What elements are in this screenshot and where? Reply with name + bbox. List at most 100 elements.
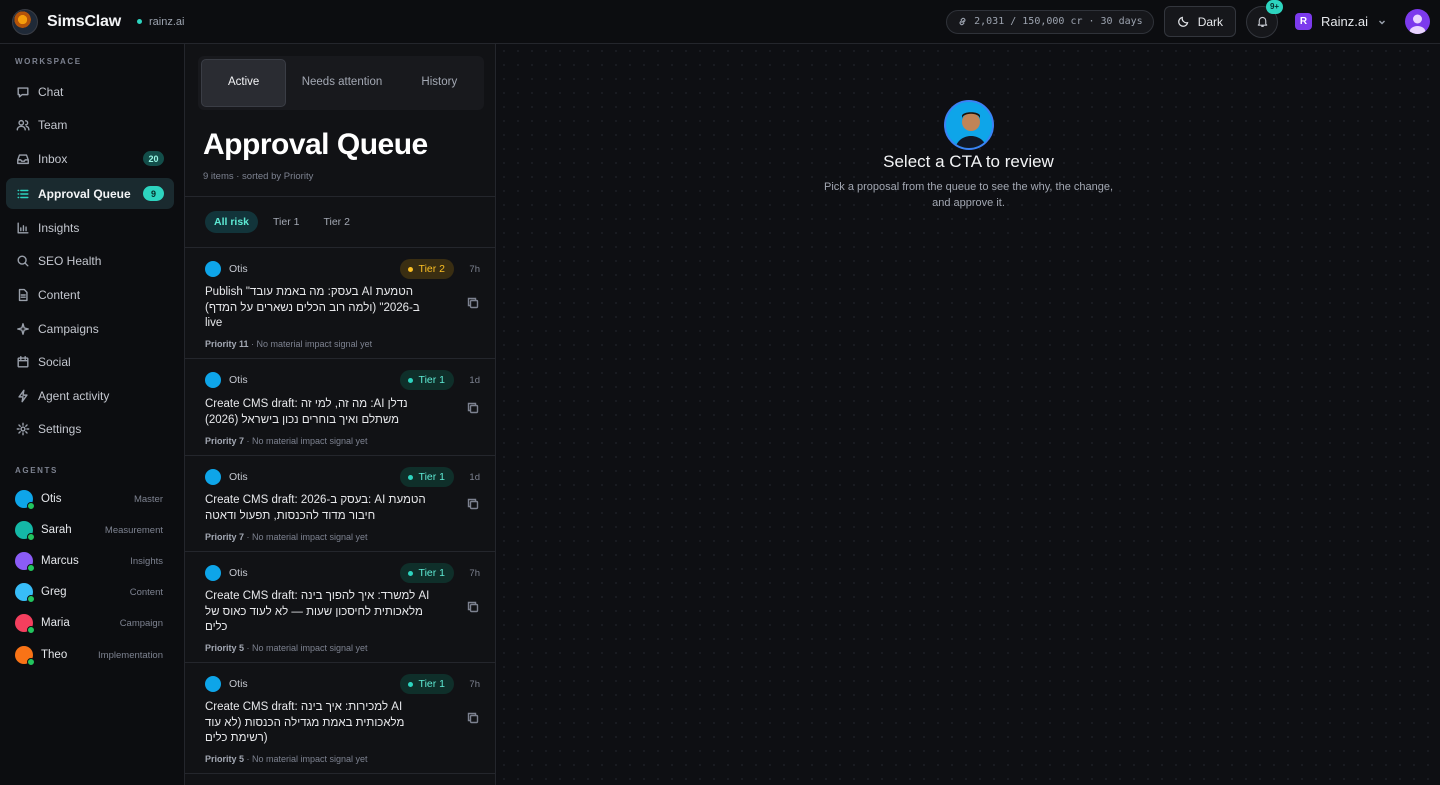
impact-label: · No material impact signal yet (244, 532, 368, 542)
queue-item[interactable]: Otis Tier 2 7h Publish "בעסק: מה באמת עו… (185, 248, 495, 359)
sidebar-item-agent-activity[interactable]: Agent activity (6, 380, 174, 411)
search-icon (17, 254, 29, 267)
filter-tier-2[interactable]: Tier 2 (314, 211, 358, 233)
agent-row-otis[interactable]: Otis Master (15, 488, 163, 510)
notifications-button[interactable]: 9+ (1246, 0, 1284, 38)
tier-dot (407, 570, 413, 576)
priority-label: Priority 5 (205, 643, 245, 653)
queue-item-title-line: Publish "בעסק: מה באמת עובד AI הטמעת (205, 286, 414, 298)
sidebar-item-team[interactable]: Team (6, 109, 174, 140)
bolt-icon (18, 389, 28, 402)
agent-row-sarah[interactable]: Sarah Measurement (15, 519, 163, 541)
impact-label: · No material impact signal yet (244, 436, 368, 446)
filter-all-risk[interactable]: All risk (205, 211, 259, 233)
agent-row-maria[interactable]: Maria Campaign (15, 612, 163, 634)
list-icon (17, 189, 29, 198)
sidebar-item-label: SEO Health (38, 253, 102, 268)
queue-item-title: Create CMS draft: מה זה, למי זה :AI נדלן… (205, 397, 450, 428)
queue-item-title: Create CMS draft: למשרד: איך להפוך בינה … (205, 589, 450, 636)
agent-row-theo[interactable]: Theo Implementation (15, 644, 163, 666)
credits-pill[interactable]: 2,031 / 150,000 cr · 30 days (946, 9, 1154, 34)
org-name: Rainz.ai (1321, 14, 1368, 29)
queue-item-title-line: מלאכותית לחיסכון שעות — לא לעוד כאוס של (205, 605, 423, 618)
sidebar-item-label: Content (38, 287, 81, 302)
agent-role: Implementation (98, 649, 163, 661)
filter-tier-1[interactable]: Tier 1 (264, 211, 308, 233)
app-brand[interactable]: SimsClaw (47, 13, 121, 31)
agent-row-greg[interactable]: Greg Content (15, 581, 163, 603)
priority-label: Priority 7 (205, 436, 245, 446)
queue-item[interactable]: Otis Tier 1 1d Create CMS draft: מה זה, … (185, 359, 495, 456)
queue-item-header: Otis Tier 1 1d (205, 467, 480, 487)
queue-item[interactable]: Otis Tier 1 7h Create CMS draft: למכירות… (185, 663, 495, 774)
copy-icon[interactable] (467, 498, 479, 510)
sidebar-item-campaigns[interactable]: Campaigns (6, 313, 174, 344)
sidebar-item-label: Campaigns (38, 321, 99, 336)
agent-avatar (15, 614, 35, 634)
copy-icon[interactable] (467, 601, 479, 613)
impact-label: · No material impact signal yet (248, 339, 373, 349)
queue-item-meta: Priority 7 · No material impact signal y… (205, 532, 368, 542)
link-icon (959, 17, 966, 26)
workspace-name: rainz.ai (149, 15, 185, 28)
agent-name: Greg (41, 586, 67, 598)
queue-item-agent: Otis (229, 678, 248, 690)
queue-item-age: 1d (469, 374, 480, 386)
theme-toggle-button[interactable]: Dark (1163, 6, 1237, 37)
sidebar-item-social[interactable]: Social (6, 346, 174, 377)
sidebar-item-content[interactable]: Content (6, 279, 174, 310)
sidebar-item-settings[interactable]: Settings (6, 413, 174, 444)
queue-item-title-line: כלים (205, 621, 228, 633)
tier-dot (407, 681, 413, 687)
agent-avatar (15, 521, 35, 541)
org-switcher[interactable]: R Rainz.ai (1295, 13, 1387, 30)
team-icon (16, 119, 30, 131)
queue-item-header: Otis Tier 1 7h (205, 563, 480, 583)
copy-icon[interactable] (467, 712, 479, 724)
tier-label: Tier 1 (418, 374, 445, 386)
agent-avatar (205, 565, 221, 581)
empty-state-subtitle: Pick a proposal from the queue to see th… (823, 181, 1114, 209)
user-avatar[interactable] (1405, 9, 1430, 34)
app-logo-icon[interactable] (12, 8, 38, 35)
tab-needs-attention[interactable]: Needs attention (286, 59, 397, 107)
queue-item-title: Create CMS draft: למכירות: איך בינה AI מ… (205, 700, 450, 747)
agent-row-marcus[interactable]: Marcus Insights (15, 550, 163, 572)
agent-avatar (15, 490, 35, 510)
queue-item-header: Otis Tier 1 1d (205, 370, 480, 390)
tier-label: Tier 1 (418, 471, 445, 483)
agent-avatar (205, 372, 221, 388)
queue-tabs: Active Needs attention History (198, 56, 484, 110)
sidebar-item-label: Insights (38, 220, 80, 235)
queue-item[interactable]: Otis Tier 1 7h Create CMS draft: למשרד: … (185, 552, 495, 663)
person-icon (945, 102, 992, 148)
sidebar-item-chat[interactable]: Chat (6, 76, 174, 107)
queue-item-agent: Otis (229, 263, 248, 275)
tier-badge: Tier 1 (399, 370, 454, 390)
sidebar-item-insights[interactable]: Insights (6, 212, 174, 243)
priority-label: Priority 11 (205, 339, 249, 349)
queue-summary: 9 items · sorted by Priority (203, 171, 314, 182)
tab-history[interactable]: History (398, 59, 481, 107)
calendar-icon (17, 355, 29, 368)
moon-icon (1177, 16, 1189, 27)
queue-item-title-line: חיבור מדוד להכנסות, תפעול ודאטה (205, 509, 376, 522)
sidebar-item-label: Inbox (38, 151, 68, 166)
agents-section-label: AGENTS (15, 466, 58, 475)
queue-item[interactable]: Otis Tier 1 1d Create CMS draft: בעסק ב-… (185, 456, 495, 552)
agent-name: Maria (41, 617, 70, 629)
copy-icon[interactable] (467, 402, 479, 414)
tab-active[interactable]: Active (201, 59, 287, 107)
queue-item-age: 7h (469, 263, 480, 275)
sidebar-item-label: Settings (38, 421, 82, 436)
approval-queue-panel: Active Needs attention History Approval … (185, 44, 496, 785)
queue-item-header: Otis Tier 2 7h (205, 259, 480, 279)
copy-icon[interactable] (467, 297, 479, 309)
sidebar-item-approval-queue[interactable]: Approval Queue 9 (6, 178, 174, 209)
queue-item-title-line: Create CMS draft: למשרד: איך להפוך בינה … (205, 590, 430, 602)
inbox-icon (17, 153, 29, 164)
divider (185, 196, 495, 197)
agent-name: Marcus (41, 555, 79, 567)
sidebar-item-inbox[interactable]: Inbox 20 (6, 143, 174, 174)
sidebar-item-seo-health[interactable]: SEO Health (6, 245, 174, 276)
